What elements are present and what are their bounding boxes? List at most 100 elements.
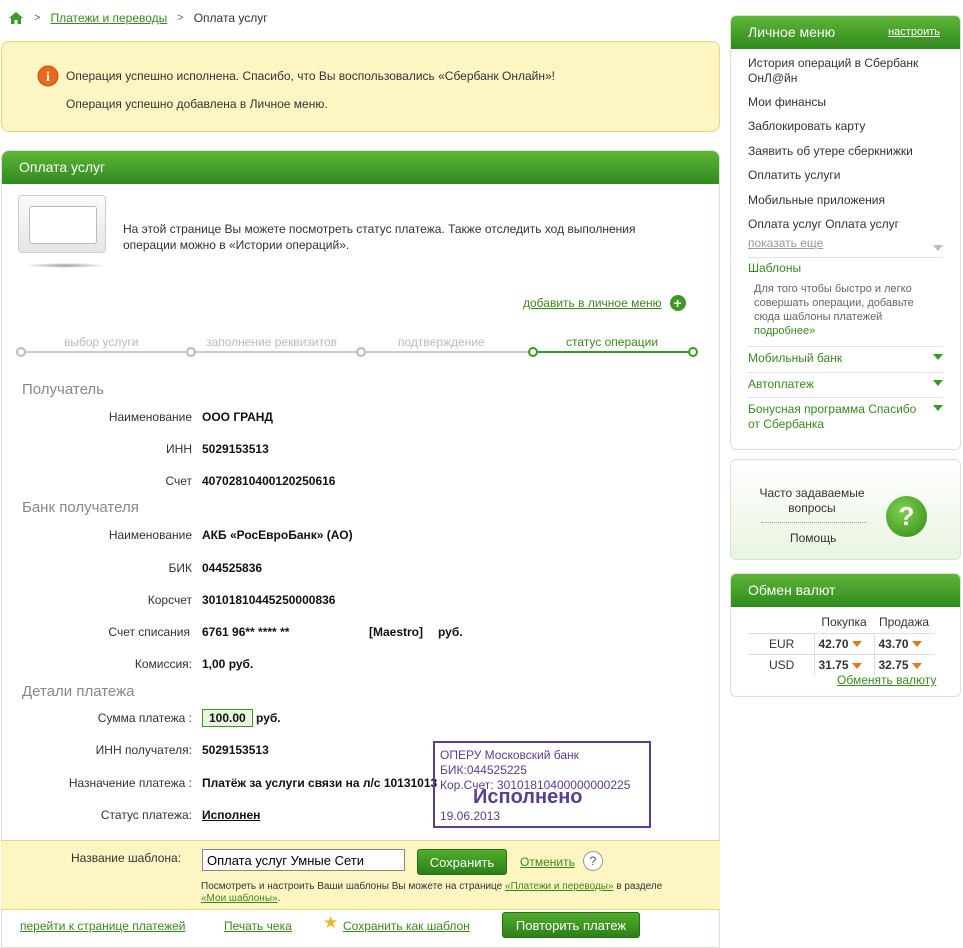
templates-note-text: Для того чтобы быстро и легко совершать …: [754, 283, 914, 323]
bank-stamp: ОПЕРУ Московский банк БИК:044525225 Кор.…: [433, 741, 651, 828]
step-dot-active: [528, 347, 538, 357]
debit-account-row: Счет списания 6761 96** **** ** [Maestro…: [0, 625, 480, 643]
stamp-line-1: ОПЕРУ Московский банк: [440, 748, 579, 762]
menu-item-pay-services[interactable]: Оплатить услуги: [748, 168, 840, 183]
fx-buy-value: 31.75: [813, 653, 874, 675]
chevron-down-icon[interactable]: [933, 354, 943, 360]
chevron-down-icon[interactable]: [933, 380, 943, 386]
template-name-input[interactable]: [202, 849, 405, 871]
plus-icon[interactable]: +: [669, 295, 686, 311]
step-dot-active: [688, 347, 698, 357]
stamp-executed: Исполнено: [473, 786, 583, 808]
step-label-active: статус операции: [566, 335, 659, 349]
receipt-illustration-icon: [18, 195, 106, 253]
divider: [748, 372, 943, 373]
down-arrow-icon: [911, 641, 922, 648]
step-dot: [356, 347, 366, 357]
menu-autopay[interactable]: Автоплатеж: [748, 377, 943, 392]
breadcrumb-link-payments[interactable]: Платежи и переводы: [50, 11, 167, 25]
menu-item-history[interactable]: История операций в Сбербанк ОнЛ@йн: [748, 56, 938, 86]
sum-row: Сумма платежа : 100.00 руб.: [0, 709, 420, 729]
mobile-bank-label[interactable]: Мобильный банк: [748, 351, 842, 365]
menu-item-mobile-apps[interactable]: Мобильные приложения: [748, 193, 885, 208]
menu-item-lost-book[interactable]: Заявить об утере сберкнижки: [748, 144, 913, 159]
fx-row: EUR 42.70 43.70: [748, 632, 934, 654]
fx-buy-value: 42.70: [813, 632, 874, 654]
down-arrow-icon: [851, 662, 862, 669]
note-text: в разделе: [613, 881, 663, 892]
status-row: Статус платежа: Исполнен: [0, 808, 420, 826]
add-to-menu[interactable]: добавить в личное меню +: [523, 295, 686, 311]
menu-item-block-card[interactable]: Заблокировать карту: [748, 119, 865, 134]
menu-item-finances[interactable]: Мои финансы: [748, 95, 826, 110]
debit-card-type: [Maestro]: [369, 625, 424, 639]
message-line-1: Операция успешно исполнена. Спасибо, что…: [66, 69, 555, 83]
details-inn-row: ИНН получателя: 5029153513: [0, 743, 420, 761]
bank-corr: 30101810445250000836: [202, 593, 336, 607]
home-icon[interactable]: [8, 11, 24, 25]
autopay-label[interactable]: Автоплатеж: [748, 377, 814, 391]
panel-title: Оплата услуг: [2, 151, 719, 184]
menu-mobile-bank[interactable]: Мобильный банк: [748, 351, 943, 366]
fx-sell-rate: 32.75: [878, 657, 909, 672]
menu-item-template-payment[interactable]: Оплата услуг Оплата услуг: [748, 217, 899, 232]
bonus-label[interactable]: Бонусная программа Спасибо от Сбербанка: [748, 402, 923, 432]
show-more-link[interactable]: показать еще: [748, 236, 943, 251]
menu-templates[interactable]: Шаблоны: [748, 261, 943, 276]
save-as-template-link[interactable]: Сохранить как шаблон: [343, 919, 470, 933]
illustration-shadow: [24, 263, 106, 268]
show-more-label[interactable]: показать еще: [748, 236, 823, 250]
details-inn: 5029153513: [202, 743, 269, 757]
payments-link[interactable]: «Платежи и переводы»: [505, 881, 614, 892]
bank-bik-row: БИК 044525836: [0, 561, 420, 579]
personal-menu: Личное меню настроить История операций в…: [730, 15, 961, 450]
fx-buy-rate: 42.70: [818, 636, 849, 651]
field-label: Счет: [165, 474, 192, 488]
to-payments-link[interactable]: перейти к странице платежей: [20, 919, 185, 933]
message-line-2: Операция успешно добавлена в Личное меню…: [66, 97, 328, 111]
faq-title[interactable]: Часто задаваемые вопросы: [756, 486, 868, 516]
field-label: Корсчет: [147, 593, 192, 607]
fx-sell-rate: 43.70: [878, 636, 909, 651]
purpose-value: Платёж за услуги связи на л/с 10131013: [202, 776, 438, 790]
print-receipt-link[interactable]: Печать чека: [224, 919, 292, 933]
bank-name-row: Наименование АКБ «РосЕвроБанк» (АО): [0, 528, 420, 546]
steps-line-active: [532, 351, 692, 353]
purpose-row: Назначение платежа : Платёж за услуги св…: [0, 776, 437, 794]
debit-currency: руб.: [438, 625, 463, 639]
template-bar: Название шаблона: Сохранить Отменить ? П…: [1, 840, 720, 910]
settings-link[interactable]: настроить: [888, 16, 940, 49]
divider: [748, 257, 943, 258]
help-icon[interactable]: ?: [583, 851, 603, 871]
fx-header-empty: [748, 612, 814, 633]
recipient-inn-row: ИНН 5029153513: [0, 442, 420, 460]
note-text: Посмотреть и настроить Ваши шаблоны Вы м…: [201, 881, 506, 892]
fx-buy-rate: 31.75: [818, 657, 849, 672]
field-label: БИК: [168, 561, 193, 575]
down-arrow-icon: [911, 662, 922, 669]
chevron-down-icon[interactable]: [933, 405, 943, 411]
help-link[interactable]: Помощь: [790, 531, 836, 545]
step-dot: [186, 347, 196, 357]
more-link[interactable]: подробнее»: [754, 325, 815, 337]
recipient-name-row: Наименование ООО ГРАНД: [0, 410, 420, 428]
repeat-payment-button[interactable]: Повторить платеж: [502, 912, 640, 938]
section-details-title: Детали платежа: [22, 683, 135, 700]
templates-note: Для того чтобы быстро и легко совершать …: [754, 282, 934, 338]
personal-menu-title: Личное меню: [748, 24, 836, 40]
bank-bik: 044525836: [202, 561, 263, 575]
status-value-link[interactable]: Исполнен: [202, 808, 260, 822]
fx-header-buy: Покупка: [821, 615, 867, 630]
question-icon[interactable]: ?: [886, 496, 927, 537]
chevron-down-icon[interactable]: [933, 245, 943, 251]
menu-bonus[interactable]: Бонусная программа Спасибо от Сбербанка: [748, 402, 943, 432]
recipient-account: 40702810400120250616: [202, 474, 336, 488]
save-template-button[interactable]: Сохранить: [417, 849, 507, 875]
cancel-link[interactable]: Отменить: [520, 855, 575, 869]
my-templates-link[interactable]: «Мои шаблоны»: [201, 893, 278, 904]
exchange-currency-link[interactable]: Обменять валюту: [837, 673, 936, 687]
steps-line: [22, 351, 532, 353]
step-dot: [16, 347, 26, 357]
add-to-menu-link[interactable]: добавить в личное меню: [523, 296, 662, 310]
step-label: подтверждение: [398, 335, 485, 349]
